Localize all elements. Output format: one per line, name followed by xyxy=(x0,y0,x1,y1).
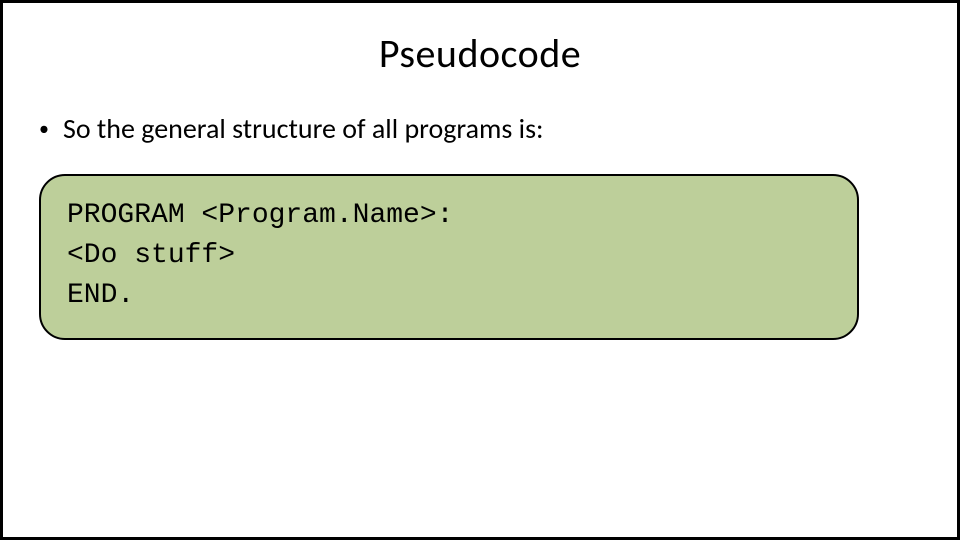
slide-title: Pseudocode xyxy=(35,29,925,78)
slide-frame: Pseudocode • So the general structure of… xyxy=(0,0,960,540)
bullet-dot-icon: • xyxy=(39,112,49,146)
pseudocode-box: PROGRAM <Program.Name>: <Do stuff> END. xyxy=(39,174,859,340)
code-line-2: <Do stuff> xyxy=(67,236,831,276)
code-line-1: PROGRAM <Program.Name>: xyxy=(67,196,831,236)
bullet-text: So the general structure of all programs… xyxy=(63,112,544,146)
code-line-3: END. xyxy=(67,276,831,316)
bullet-item: • So the general structure of all progra… xyxy=(35,112,925,146)
